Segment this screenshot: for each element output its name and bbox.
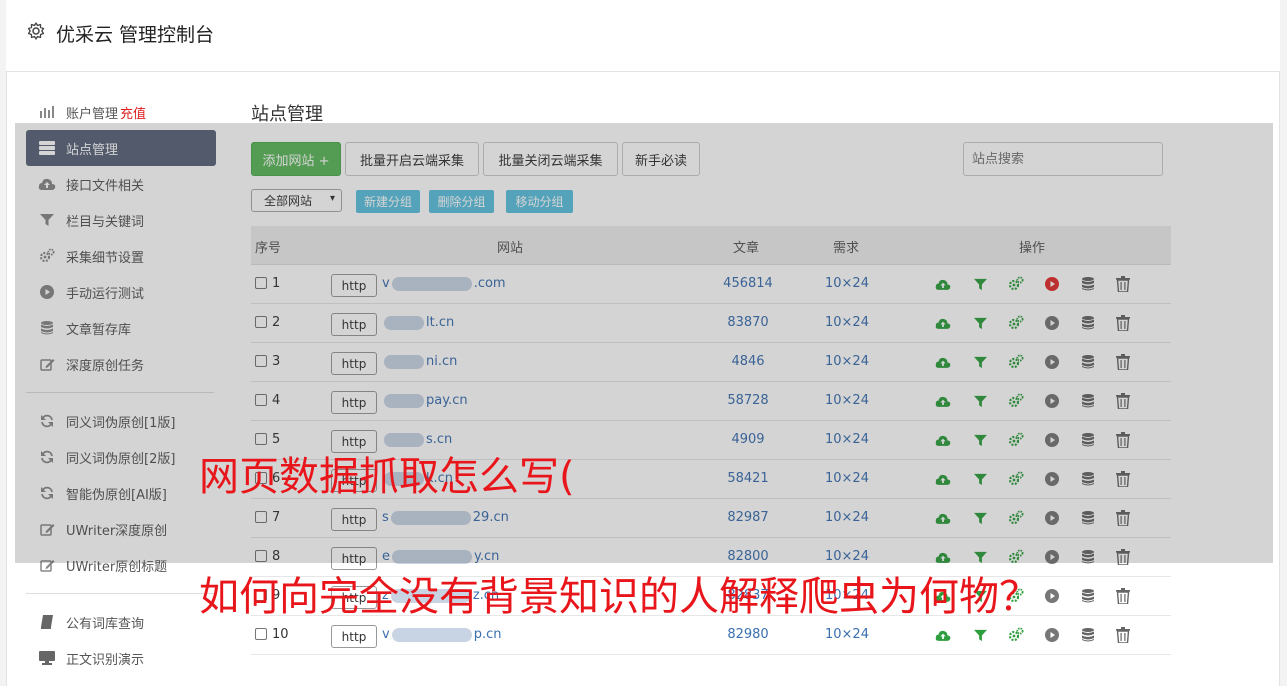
row-checkbox[interactable] bbox=[255, 628, 267, 640]
protocol-badge[interactable]: http bbox=[331, 625, 377, 648]
sidebar-item-label: 正文识别演示 bbox=[66, 652, 145, 668]
site-domain-suffix: p.cn bbox=[473, 627, 502, 642]
bar-chart-icon bbox=[38, 103, 56, 121]
play-circle-icon[interactable] bbox=[1044, 627, 1060, 643]
cloud-upload-icon[interactable] bbox=[935, 627, 951, 643]
site-domain-prefix: v bbox=[382, 627, 390, 642]
sidebar-divider bbox=[26, 593, 214, 594]
article-count[interactable]: 82980 bbox=[691, 627, 805, 642]
sidebar-item-label: 公有词库查询 bbox=[66, 616, 145, 632]
sidebar-item-2-0[interactable]: 公有词库查询 bbox=[26, 604, 216, 640]
database-icon[interactable] bbox=[1080, 627, 1096, 643]
row-number: 10 bbox=[272, 627, 289, 642]
gear-icon bbox=[27, 22, 45, 40]
site-domain[interactable]: v p.cn bbox=[382, 627, 501, 642]
headline-line-1: 网页数据抓取怎么写( bbox=[199, 454, 575, 500]
play-circle-icon[interactable] bbox=[1044, 588, 1060, 604]
monitor-icon bbox=[38, 649, 56, 667]
trash-icon[interactable] bbox=[1115, 627, 1131, 643]
recharge-link[interactable]: 充值 bbox=[120, 103, 146, 122]
app-title: 优采云 管理控制台 bbox=[56, 24, 215, 46]
sidebar-item-label: 账户管理 bbox=[66, 106, 119, 122]
sidebar-item-2-1[interactable]: 正文识别演示 bbox=[26, 640, 216, 676]
filter-icon[interactable] bbox=[972, 627, 988, 643]
database-icon[interactable] bbox=[1080, 588, 1096, 604]
redacted-blur bbox=[391, 627, 472, 642]
cogs-icon[interactable] bbox=[1008, 627, 1024, 643]
top-header: 优采云 管理控制台 bbox=[6, 0, 1280, 72]
demand-value[interactable]: 10×24 bbox=[807, 627, 887, 642]
book-icon bbox=[38, 613, 56, 631]
headline-line-2: 如何向完全没有背景知识的人解释爬虫为何物？ bbox=[199, 574, 1039, 620]
trash-icon[interactable] bbox=[1115, 588, 1131, 604]
